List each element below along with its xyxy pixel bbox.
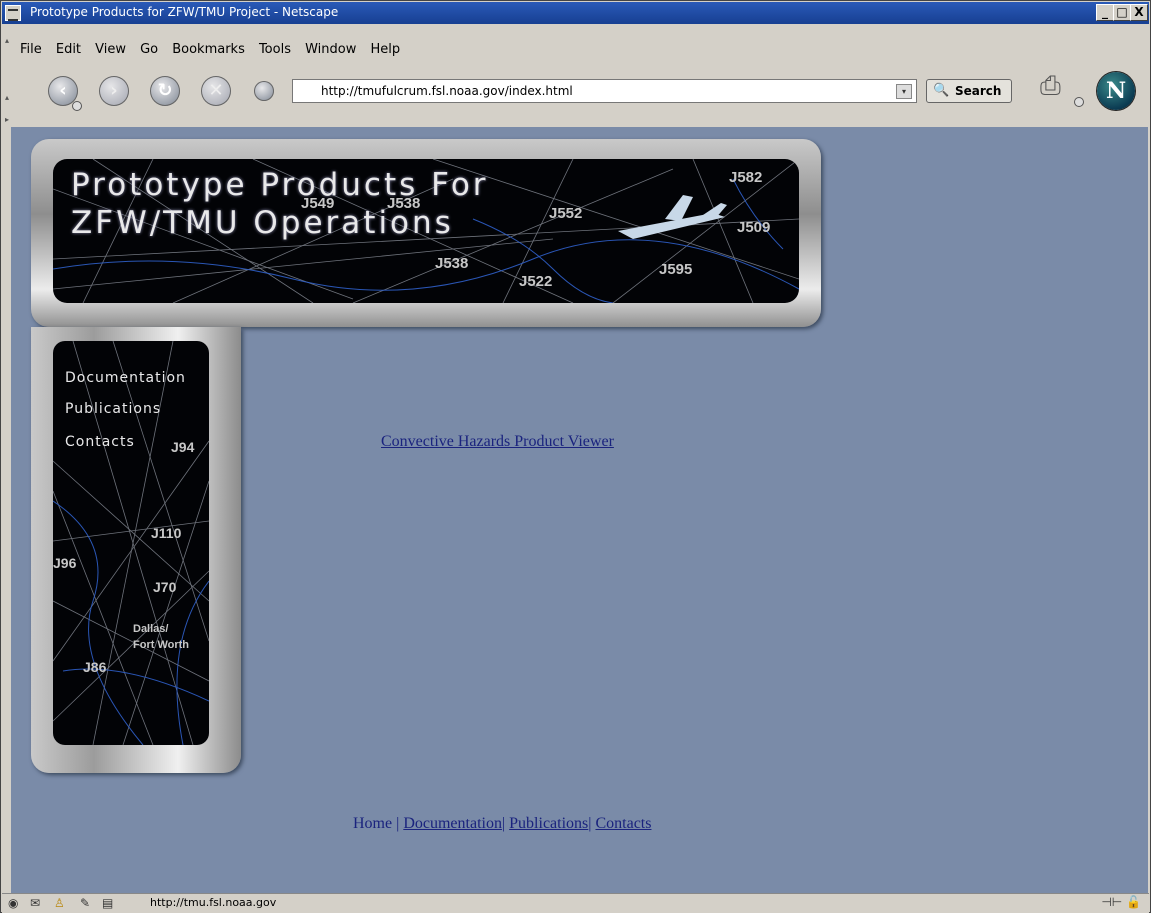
back-icon: ‹	[59, 80, 67, 101]
menu-edit[interactable]: Edit	[56, 42, 81, 57]
map-label: Dallas/	[133, 623, 169, 635]
menu-view[interactable]: View	[95, 42, 126, 57]
map-label: J110	[151, 525, 182, 541]
print-icon[interactable]: ⎙	[1040, 71, 1074, 105]
map-label: J86	[83, 659, 107, 675]
minimize-button[interactable]: _	[1096, 4, 1114, 21]
url-history-icon[interactable]	[254, 81, 274, 101]
footer-home-text: Home	[353, 815, 393, 832]
footer-link-contacts[interactable]: Contacts	[595, 815, 651, 832]
menubar-grip-icon[interactable]: ▴	[5, 36, 11, 45]
window-menu-icon[interactable]	[5, 5, 21, 21]
route-label: J522	[519, 273, 553, 290]
menu-help[interactable]: Help	[370, 42, 400, 57]
menu-bookmarks[interactable]: Bookmarks	[172, 42, 245, 57]
online-icon[interactable]: ◉	[8, 896, 18, 910]
url-dropdown-icon[interactable]: ▾	[896, 84, 912, 99]
forward-button[interactable]: ›	[99, 76, 129, 106]
personalbar-grip-icon[interactable]: ▸	[5, 115, 11, 124]
url-text: http://tmufulcrum.fsl.noaa.gov/index.htm…	[321, 84, 573, 98]
route-label: J549	[301, 195, 335, 212]
url-field[interactable]: http://tmufulcrum.fsl.noaa.gov/index.htm…	[292, 79, 917, 103]
status-bar: ◉ ✉ ♙ ✎ ▤ http://tmu.fsl.noaa.gov ⊣⊢ 🔓	[2, 893, 1149, 913]
navigation-toolbar: ▴ ‹ › ↻ ✕ http://tmufulcrum.fsl.noaa.gov…	[2, 63, 1149, 117]
footer-link-publications[interactable]: Publications	[509, 815, 588, 832]
address-book-icon[interactable]: ▤	[102, 896, 113, 910]
footer-nav: Home | Documentation| Publications| Cont…	[353, 815, 651, 833]
lock-icon[interactable]: ⊣⊢ 🔓	[1101, 895, 1141, 909]
search-button[interactable]: 🔍 Search	[926, 79, 1012, 103]
browser-window: Prototype Products for ZFW/TMU Project -…	[0, 0, 1151, 913]
personal-toolbar: ▸	[2, 115, 1149, 127]
close-button[interactable]: X	[1130, 4, 1148, 21]
page-content: Prototype Products For ZFW/TMU Operation…	[11, 127, 1148, 893]
print-options-icon[interactable]	[1074, 97, 1084, 107]
footer-separator: |	[588, 815, 592, 832]
sidebar-link-documentation[interactable]: Documentation	[65, 370, 186, 386]
stop-icon: ✕	[208, 80, 224, 101]
route-label: J595	[659, 261, 693, 278]
reload-icon: ↻	[157, 80, 173, 101]
map-label: J96	[53, 555, 77, 571]
footer-separator: |	[396, 815, 400, 832]
sidebar-map: Documentation Publications Contacts J94 …	[53, 341, 209, 745]
chat-icon[interactable]: ♙	[54, 896, 65, 910]
composer-icon[interactable]: ✎	[80, 896, 90, 910]
reload-button[interactable]: ↻	[150, 76, 180, 106]
sidebar-link-contacts[interactable]: Contacts	[65, 434, 135, 450]
footer-separator: |	[501, 815, 506, 832]
route-label: J552	[549, 205, 583, 222]
footer-link-documentation[interactable]: Documentation	[403, 815, 502, 832]
title-bar: Prototype Products for ZFW/TMU Project -…	[2, 2, 1149, 24]
route-label: J538	[435, 255, 469, 272]
forward-icon: ›	[110, 80, 118, 101]
map-label: J94	[171, 439, 195, 455]
back-history-icon[interactable]	[72, 101, 82, 111]
netscape-logo-letter: N	[1105, 78, 1127, 104]
banner-image: Prototype Products For ZFW/TMU Operation…	[53, 159, 799, 303]
menu-tools[interactable]: Tools	[259, 42, 291, 57]
mail-icon[interactable]: ✉	[30, 896, 40, 910]
status-url: http://tmu.fsl.noaa.gov	[150, 896, 277, 909]
sidebar-link-publications[interactable]: Publications	[65, 401, 161, 417]
netscape-logo-icon[interactable]: N	[1097, 72, 1135, 110]
navbar-grip-icon[interactable]: ▴	[5, 93, 11, 102]
window-title: Prototype Products for ZFW/TMU Project -…	[30, 5, 339, 19]
route-label: J582	[729, 169, 763, 186]
search-button-label: Search	[955, 84, 1002, 98]
stop-button[interactable]: ✕	[201, 76, 231, 106]
route-label: J509	[737, 219, 771, 236]
menu-window[interactable]: Window	[305, 42, 356, 57]
header-banner: Prototype Products For ZFW/TMU Operation…	[31, 139, 821, 327]
menu-bar: ▴ File Edit View Go Bookmarks Tools Wind…	[2, 36, 1149, 58]
maximize-button[interactable]: □	[1113, 4, 1131, 21]
banner-title-line1: Prototype Products For	[71, 167, 489, 203]
sidebar: Documentation Publications Contacts J94 …	[31, 327, 241, 773]
route-label: J538	[387, 195, 421, 212]
search-icon: 🔍	[933, 83, 950, 98]
map-label: J70	[153, 579, 177, 595]
convective-hazards-link[interactable]: Convective Hazards Product Viewer	[381, 433, 614, 451]
menu-go[interactable]: Go	[140, 42, 158, 57]
menu-file[interactable]: File	[20, 42, 42, 57]
map-label: Fort Worth	[133, 639, 190, 651]
